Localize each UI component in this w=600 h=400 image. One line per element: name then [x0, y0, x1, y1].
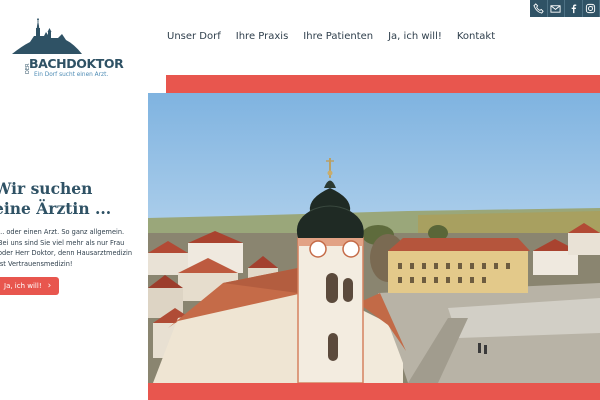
hero-frame-top [166, 75, 600, 93]
nav-item-ihre-patienten[interactable]: Ihre Patienten [303, 31, 373, 42]
nav-item-unser-dorf[interactable]: Unser Dorf [167, 31, 221, 42]
page: DER BACHDOKTOR Ein Dorf sucht einen Arzt… [0, 0, 600, 400]
hero-body-text: ... oder einen Arzt. So ganz allgemein. … [0, 228, 133, 268]
logo-wordmark: BACHDOKTOR [29, 56, 124, 71]
hero-image [148, 93, 600, 383]
hero-headline-line2: eine Ärztin ... [0, 199, 112, 218]
phone-icon [533, 3, 544, 14]
mail-button[interactable] [547, 0, 565, 17]
nav-item-ja-ich-will[interactable]: Ja, ich will! [388, 31, 442, 42]
instagram-button[interactable] [582, 0, 600, 17]
facebook-button[interactable] [565, 0, 583, 17]
mail-icon [550, 5, 561, 13]
social-bar [530, 0, 600, 17]
hero-frame-bottom [148, 380, 600, 400]
logo-tagline: Ein Dorf sucht einen Arzt. [34, 72, 109, 78]
phone-button[interactable] [530, 0, 548, 17]
cta-ja-ich-will-button[interactable]: Ja, ich will! › [0, 277, 60, 295]
main-nav: Unser Dorf Ihre Praxis Ihre Patienten Ja… [167, 31, 510, 42]
nav-item-ihre-praxis[interactable]: Ihre Praxis [236, 31, 289, 42]
logo-church-hill-icon [12, 18, 82, 54]
chevron-right-icon: › [47, 280, 52, 291]
site-logo[interactable]: DER BACHDOKTOR Ein Dorf sucht einen Arzt… [10, 16, 124, 82]
hero-headline-line1: Wir suchen [0, 179, 93, 198]
instagram-icon [586, 3, 596, 14]
village-church-image [148, 93, 600, 383]
nav-item-kontakt[interactable]: Kontakt [457, 31, 495, 42]
cta-label: Ja, ich will! [4, 282, 42, 290]
hero-headline: Wir suchen eine Ärztin ... [0, 179, 144, 219]
facebook-icon [571, 4, 576, 14]
